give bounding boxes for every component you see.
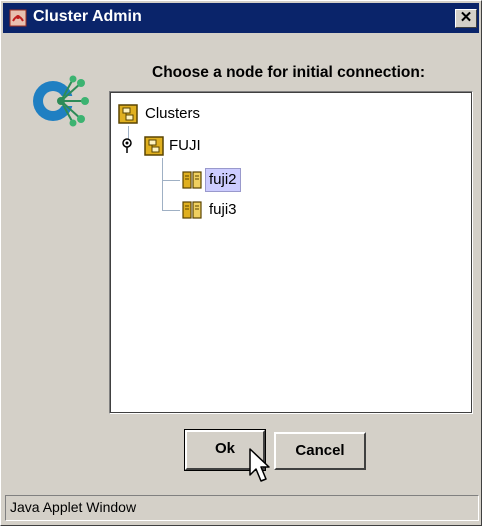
tree-connector	[162, 210, 180, 211]
title-bar[interactable]: Cluster Admin ✕	[3, 3, 479, 33]
java-app-icon	[9, 9, 27, 27]
close-icon: ✕	[459, 9, 473, 26]
status-text: Java Applet Window	[10, 499, 137, 515]
tree-node-label: fuji2	[205, 168, 241, 192]
cluster-folder-icon	[118, 104, 138, 124]
cluster-admin-window: Cluster Admin ✕ Choose a node for initia…	[0, 0, 482, 526]
tree-node-label: FUJI	[169, 137, 201, 154]
cluster-admin-logo-icon	[33, 75, 89, 127]
server-node-icon	[182, 201, 202, 219]
server-node-icon	[182, 171, 202, 189]
tree-node-label: fuji3	[209, 201, 237, 218]
tree-node-label: Clusters	[145, 105, 201, 122]
expand-handle-icon[interactable]	[117, 136, 137, 156]
cancel-button[interactable]: Cancel	[274, 432, 366, 470]
cluster-tree[interactable]: Clusters FUJI fuji2 fuji3	[109, 91, 473, 414]
tree-connector	[162, 158, 163, 210]
status-bar: Java Applet Window	[5, 495, 479, 521]
dialog-prompt: Choose a node for initial connection:	[152, 64, 425, 81]
tree-connector	[162, 180, 180, 181]
close-button[interactable]: ✕	[455, 9, 477, 28]
window-title: Cluster Admin	[33, 8, 142, 25]
mouse-pointer-icon	[249, 448, 270, 482]
cluster-folder-icon	[144, 136, 164, 156]
